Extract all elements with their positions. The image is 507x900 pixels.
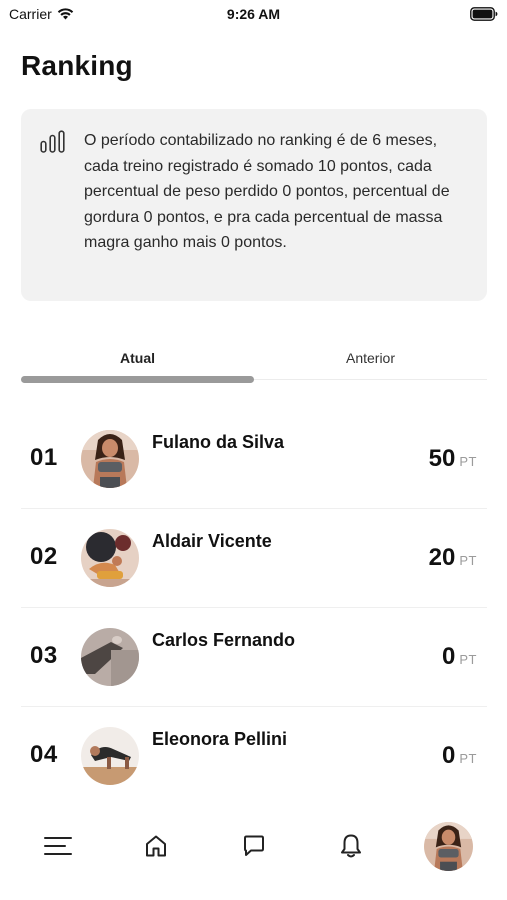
ranking-position: 01 [30,444,58,471]
user-score: 0 PT [442,742,477,770]
score-unit: PT [459,454,477,469]
ranking-tabs: Atual Anterior [21,340,487,384]
ranking-row[interactable]: 04 Eleonora Pellini 0 PT [21,707,487,806]
score-value: 50 [428,445,456,472]
score-value: 0 [442,643,456,670]
user-name: Aldair Vicente [152,531,272,551]
score-unit: PT [459,751,477,766]
chat-icon[interactable] [237,829,271,863]
score-value: 0 [442,742,456,769]
ranking-list: 01 Fulano da Silva 50 PT 02 Aldair Vicen… [21,410,487,806]
ranking-position: 03 [30,642,58,669]
menu-icon[interactable] [41,829,75,863]
tab-active-indicator [21,376,254,383]
user-score: 20 PT [429,544,477,572]
bell-icon[interactable] [334,829,368,863]
user-avatar [81,727,139,785]
ranking-position: 04 [30,741,58,768]
ranking-info-box: O período contabilizado no ranking é de … [21,109,487,301]
battery-icon [470,7,498,26]
profile-avatar[interactable] [424,822,473,871]
score-unit: PT [459,553,477,568]
bottom-nav [0,815,507,880]
tab-current[interactable]: Atual [21,340,254,374]
ranking-row[interactable]: 01 Fulano da Silva 50 PT [21,410,487,509]
user-name: Carlos Fernando [152,630,296,650]
user-score: 50 PT [429,445,477,473]
status-bar: Carrier 9:26 AM [0,0,507,30]
user-score: 0 PT [442,643,477,671]
bar-chart-icon [40,130,66,159]
tab-previous[interactable]: Anterior [254,340,487,374]
user-avatar [81,529,139,587]
user-name: Fulano da Silva [152,432,285,452]
user-name: Eleonora Pellini [152,729,288,749]
ranking-info-text: O período contabilizado no ranking é de … [84,132,450,251]
user-avatar [81,628,139,686]
home-icon[interactable] [139,829,173,863]
user-avatar [81,430,139,488]
status-time: 9:26 AM [226,6,281,22]
ranking-position: 02 [30,543,58,570]
score-unit: PT [459,652,477,667]
ranking-row[interactable]: 02 Aldair Vicente 20 PT [21,509,487,608]
page-title: Ranking [21,50,133,81]
ranking-row[interactable]: 03 Carlos Fernando 0 PT [21,608,487,707]
score-value: 20 [428,544,456,571]
